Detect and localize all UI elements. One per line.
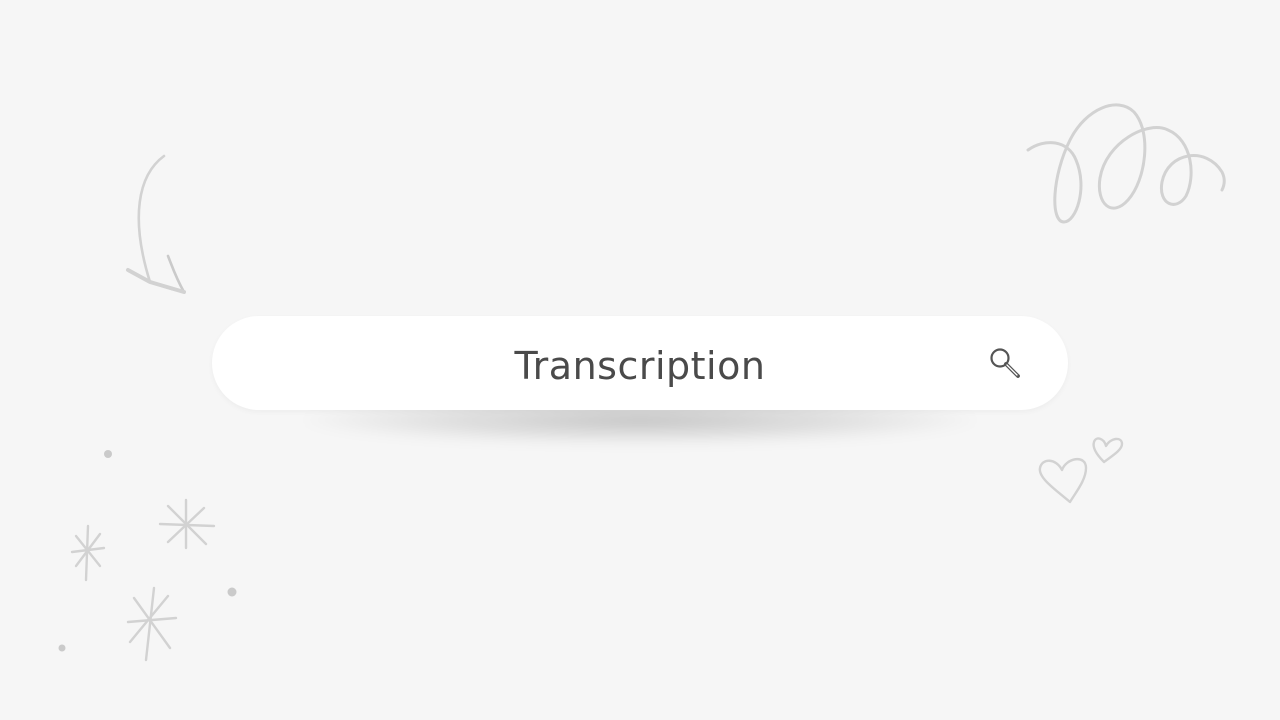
search-icon[interactable] [986,344,1026,384]
sparkles-icon [70,498,216,662]
swirl-loops-icon [1026,103,1226,224]
search-bar[interactable]: Transcription [212,316,1068,410]
curved-arrow-icon [126,154,186,294]
page: Transcription [0,0,1280,720]
hearts-icon [1038,437,1124,504]
search-input-text[interactable]: Transcription [212,316,1068,410]
